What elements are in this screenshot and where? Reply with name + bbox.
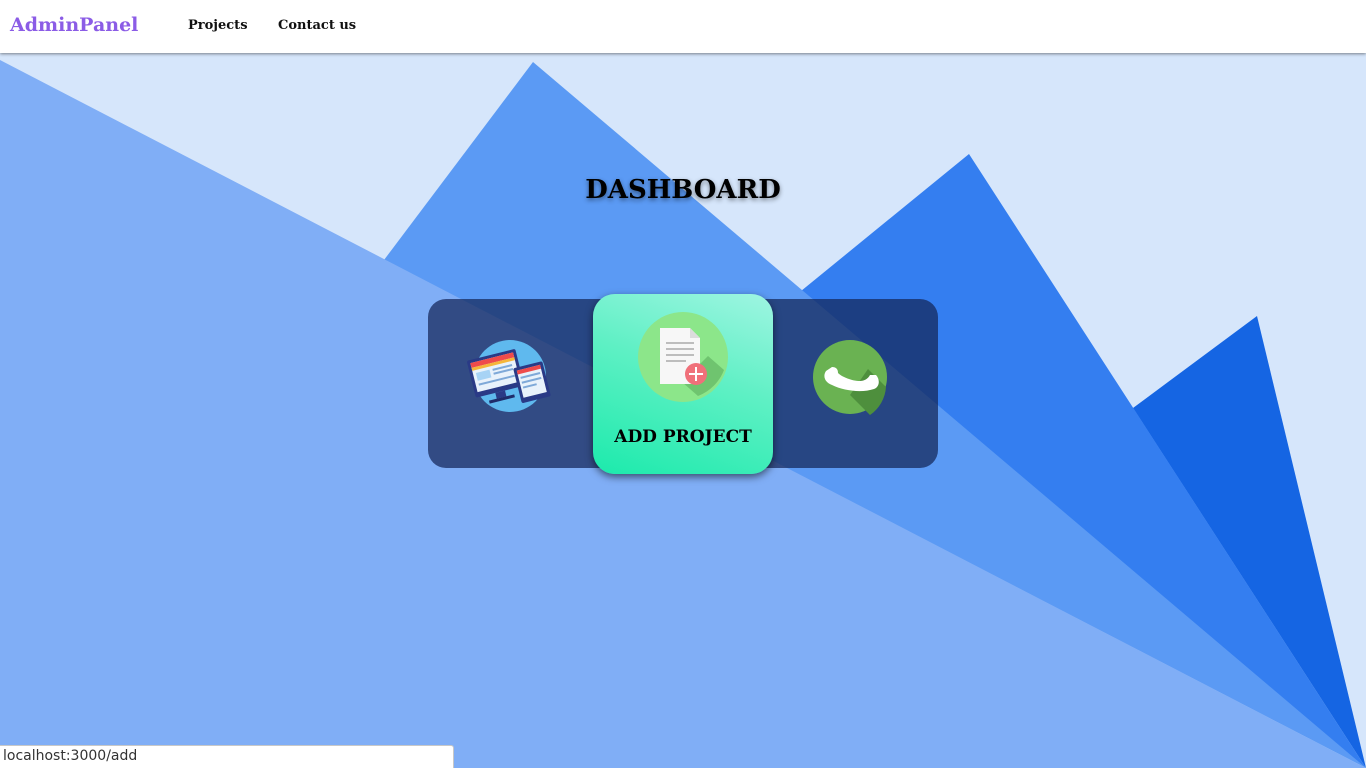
page-title: DASHBOARD <box>585 175 781 205</box>
browser-status-url: localhost:3000/add <box>0 745 454 768</box>
top-navbar: AdminPanel Projects Contact us <box>0 0 1366 53</box>
menu-item-projects[interactable] <box>465 338 555 414</box>
nav-link-projects[interactable]: Projects <box>188 18 248 33</box>
add-document-icon <box>638 312 728 402</box>
menu-item-contact[interactable] <box>812 339 888 415</box>
brand-logo-link[interactable]: AdminPanel <box>10 14 138 36</box>
add-project-card[interactable]: ADD PROJECT <box>593 294 773 474</box>
nav-link-contact-us[interactable]: Contact us <box>278 18 356 33</box>
projects-screens-icon <box>467 340 551 412</box>
add-project-label: ADD PROJECT <box>614 427 752 447</box>
phone-icon <box>813 340 887 415</box>
